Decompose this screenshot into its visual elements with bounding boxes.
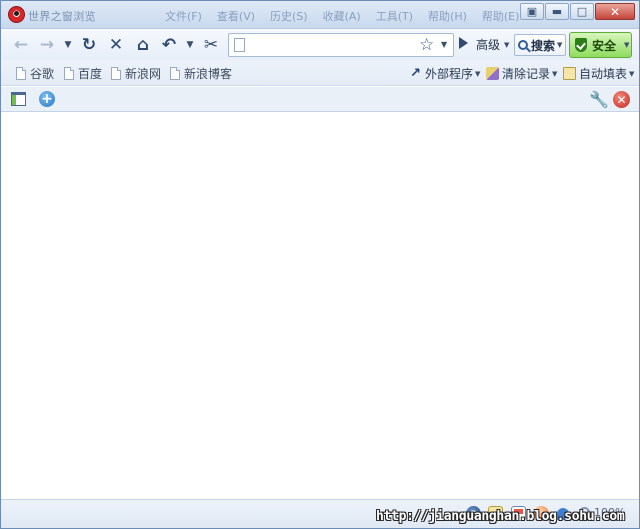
- menu-history[interactable]: 历史(S): [270, 8, 308, 24]
- minimize-icon: ▬: [551, 5, 563, 18]
- menu-file[interactable]: 文件(F): [165, 8, 202, 24]
- search-icon: [518, 40, 528, 50]
- sidebar-toggle-icon[interactable]: [11, 92, 26, 106]
- compact-mode-button[interactable]: ▣: [520, 3, 544, 20]
- refresh-icon[interactable]: ↻: [79, 35, 99, 55]
- favorite-sina-blog[interactable]: 新浪博客: [170, 65, 232, 82]
- stop-icon[interactable]: ✕: [106, 35, 126, 55]
- favorite-label: 谷歌: [30, 67, 55, 81]
- title-bar: 世界之窗浏览 文件(F) 查看(V) 历史(S) 收藏(A) 工具(T) 帮助(…: [1, 1, 639, 29]
- chevron-down-icon: ▼: [629, 69, 635, 78]
- page-content[interactable]: [1, 113, 639, 499]
- watermark-text: http://jianguanghan.blog.sohu.com: [376, 509, 625, 524]
- chevron-down-icon: ▼: [552, 69, 558, 78]
- go-icon[interactable]: [459, 37, 468, 49]
- page-icon: [111, 67, 121, 80]
- page-icon: [234, 38, 245, 52]
- history-dropdown-icon[interactable]: ▼: [63, 35, 73, 55]
- window-controls: ▣ ▬ □ ✕: [520, 3, 635, 20]
- star-icon[interactable]: ☆: [419, 35, 434, 55]
- address-bar[interactable]: ☆ ▼: [228, 33, 454, 57]
- home-icon[interactable]: ⌂: [133, 35, 153, 55]
- advanced-button[interactable]: 高级 ▼: [476, 36, 509, 53]
- navigation-toolbar: ← → ▼ ↻ ✕ ⌂ ↶ ▼ ✂ ☆ ▼ 高级 ▼ 搜索 ▼ 安全 ▼: [1, 29, 639, 60]
- clear-history-label: 清除记录: [502, 67, 551, 81]
- favorite-sina[interactable]: 新浪网: [111, 65, 161, 82]
- brush-icon: [486, 67, 499, 80]
- favorite-label: 新浪网: [125, 67, 162, 81]
- menu-help-2[interactable]: 帮助(E): [482, 8, 520, 24]
- menu-view[interactable]: 查看(V): [217, 8, 255, 24]
- page-icon: [170, 67, 180, 80]
- undo-close-icon[interactable]: ↶: [159, 35, 179, 55]
- screenshot-cut-icon[interactable]: ✂: [201, 35, 221, 55]
- wrench-icon[interactable]: 🔧: [589, 90, 609, 109]
- favorite-google[interactable]: 谷歌: [16, 65, 54, 82]
- favorite-baidu[interactable]: 百度: [64, 65, 102, 82]
- shield-icon: [575, 38, 587, 52]
- page-icon: [16, 67, 26, 80]
- new-tab-icon[interactable]: +: [39, 91, 55, 107]
- address-dropdown-icon[interactable]: ▼: [441, 40, 447, 49]
- minimize-button[interactable]: ▬: [545, 3, 569, 20]
- close-tab-icon[interactable]: ✕: [613, 91, 630, 108]
- chevron-down-icon: ▼: [624, 41, 630, 49]
- undo-dropdown-icon[interactable]: ▼: [185, 35, 195, 55]
- favorite-label: 百度: [78, 67, 103, 81]
- browser-window: 世界之窗浏览 文件(F) 查看(V) 历史(S) 收藏(A) 工具(T) 帮助(…: [0, 0, 640, 529]
- back-icon[interactable]: ←: [11, 35, 31, 55]
- maximize-button[interactable]: □: [570, 3, 594, 20]
- autofill-label: 自动填表: [579, 67, 628, 81]
- favorites-bar: 谷歌 百度 新浪网 新浪博客 ↗ 外部程序 ▼ 清除记录 ▼ 自动填表 ▼: [1, 60, 639, 86]
- external-programs-button[interactable]: ↗ 外部程序 ▼: [409, 65, 480, 82]
- advanced-label: 高级: [476, 38, 501, 52]
- autofill-button[interactable]: 自动填表 ▼: [563, 65, 634, 82]
- favorite-label: 新浪博客: [184, 67, 233, 81]
- chevron-down-icon: ▼: [504, 40, 510, 49]
- security-button[interactable]: 安全 ▼: [569, 32, 632, 58]
- app-logo-icon: [8, 6, 25, 23]
- form-icon: [563, 67, 576, 80]
- chevron-down-icon: ▼: [475, 69, 481, 78]
- maximize-icon: □: [576, 5, 588, 18]
- chevron-down-icon: ▼: [557, 41, 563, 49]
- page-icon: [64, 67, 74, 80]
- external-programs-label: 外部程序: [425, 67, 474, 81]
- forward-icon[interactable]: →: [37, 35, 57, 55]
- security-label: 安全: [592, 38, 617, 53]
- app-title: 世界之窗浏览: [28, 10, 96, 23]
- address-input[interactable]: [249, 36, 414, 54]
- search-button[interactable]: 搜索 ▼: [514, 34, 566, 56]
- close-window-button[interactable]: ✕: [595, 3, 635, 20]
- close-icon: ✕: [609, 4, 621, 19]
- clear-history-button[interactable]: 清除记录 ▼: [486, 65, 557, 82]
- menu-help[interactable]: 帮助(H): [428, 8, 467, 24]
- tab-toolbar: + 🔧 ✕: [1, 87, 639, 112]
- search-label: 搜索: [531, 38, 556, 53]
- menu-tools[interactable]: 工具(T): [376, 8, 413, 24]
- menu-bar: 文件(F) 查看(V) 历史(S) 收藏(A) 工具(T) 帮助(H) 帮助(E…: [165, 8, 534, 24]
- external-arrow-icon: ↗: [410, 66, 421, 81]
- compact-mode-icon: ▣: [526, 5, 538, 18]
- menu-favorites[interactable]: 收藏(A): [323, 8, 361, 24]
